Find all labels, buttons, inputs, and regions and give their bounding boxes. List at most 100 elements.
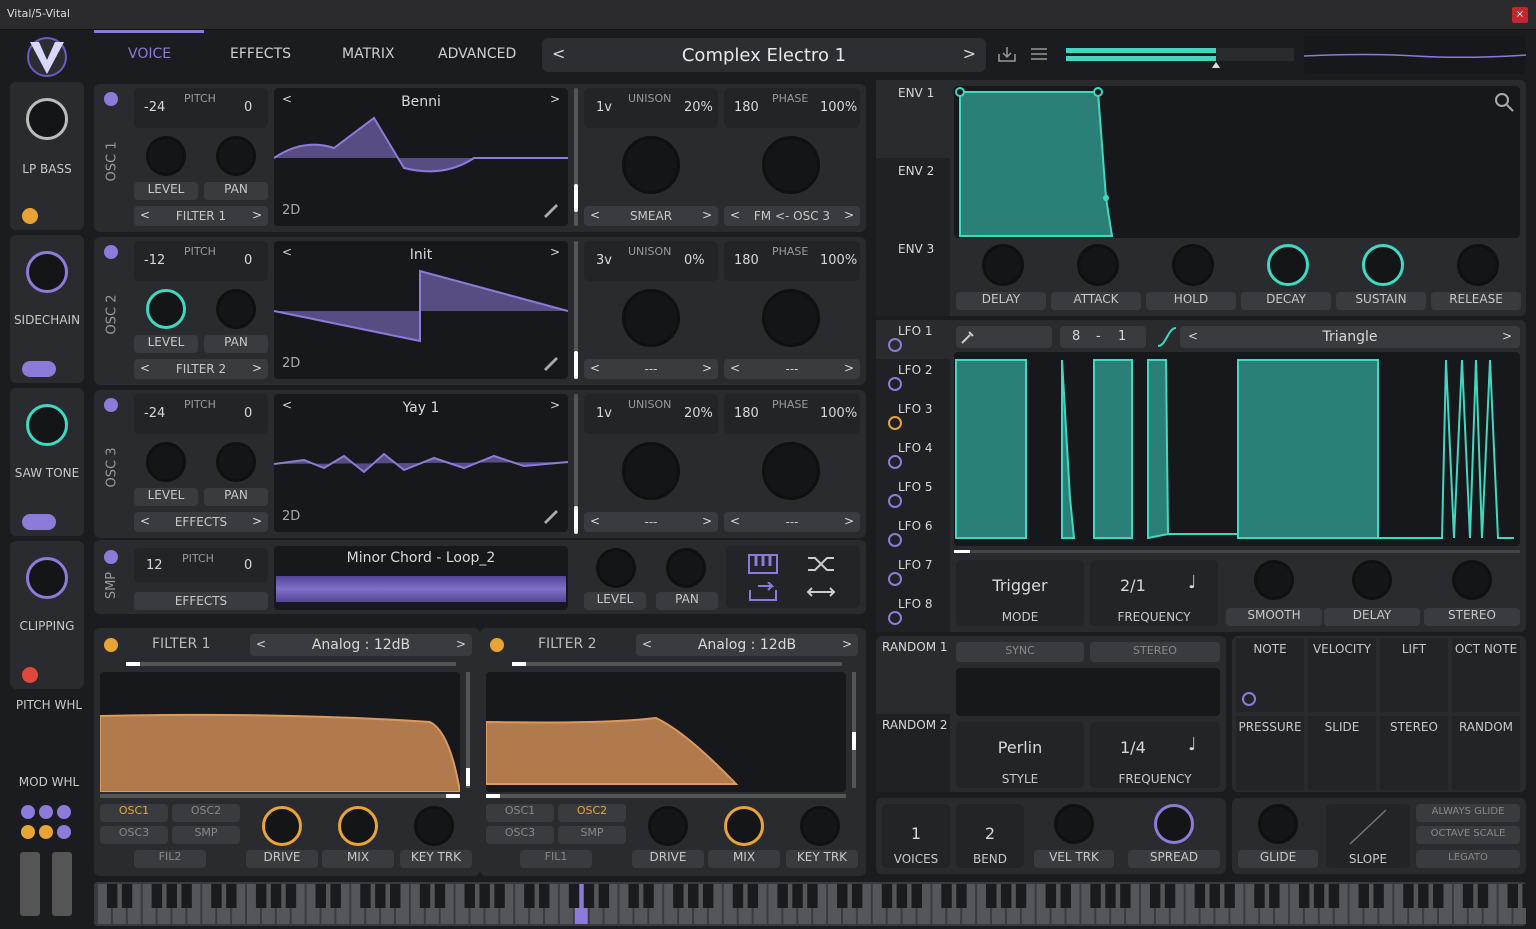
black-key[interactable] [1015,884,1027,908]
black-key[interactable] [1269,884,1280,908]
osc-3-level-knob[interactable] [146,442,186,482]
osc-2-frame-slider[interactable] [574,241,578,379]
filter-2-resonance-slider[interactable] [852,672,856,788]
lfo-tab-6[interactable]: LFO 6 [876,515,950,554]
filter-1-osc2-toggle[interactable]: OSC2 [172,804,240,822]
macro-1-knob[interactable] [26,98,68,140]
black-key[interactable] [330,884,341,908]
sample-power-button[interactable] [104,550,118,564]
black-key[interactable] [568,884,580,908]
lfo-shape-next[interactable]: > [1502,329,1512,343]
tab-voice[interactable]: VOICE [128,46,171,62]
black-key[interactable] [121,884,133,908]
filter-2-cutoff-slider[interactable] [486,794,846,798]
black-key[interactable] [1403,884,1414,908]
osc-3-phase-random[interactable]: 100% [820,406,857,421]
sample-pitch[interactable]: 12 PITCH 0 [134,548,268,582]
voices-control[interactable]: 1 VOICES [882,804,950,868]
osc-1-frame-slider[interactable] [574,88,578,226]
filter-2-response[interactable] [485,672,846,792]
osc-3-spectral-next[interactable]: > [844,514,854,528]
osc-2-route-selector[interactable]: < FILTER 2 > [134,359,268,379]
osc-1-transpose-value[interactable]: -24 [144,100,165,115]
pitch-wheel[interactable] [20,852,40,916]
random-phase-icon[interactable] [806,554,836,574]
black-key[interactable] [285,884,297,908]
black-key[interactable] [747,884,759,908]
osc-3-unison-detune[interactable]: 20% [684,406,713,421]
always-glide-toggle[interactable]: ALWAYS GLIDE [1416,804,1520,822]
black-key[interactable] [807,884,818,908]
osc-1-route-selector[interactable]: < FILTER 1 > [134,206,268,226]
osc-3-pan-knob[interactable] [216,442,256,482]
black-key[interactable] [688,884,699,908]
osc-3-route-next[interactable]: > [252,514,262,528]
lfo-stereo-knob[interactable] [1452,560,1492,600]
black-key[interactable] [1000,884,1012,908]
mod-source-random[interactable]: RANDOM [1452,716,1520,790]
osc-1-phase[interactable]: 180 PHASE 100% [724,88,860,128]
black-key[interactable] [896,884,908,908]
osc-2-phase[interactable]: 180 PHASE 100% [724,241,860,281]
lfo-tab-3[interactable]: LFO 3 [876,398,950,437]
filter-1-blend-slider[interactable] [126,662,456,666]
black-key[interactable] [792,884,803,908]
env-sustain-knob[interactable] [1362,244,1404,286]
osc-1-view-mode[interactable]: 2D [282,203,300,218]
black-key[interactable] [181,884,192,908]
macro-3-knob[interactable] [26,404,68,446]
lfo-frequency[interactable]: 2/1 ♩ FREQUENCY [1090,560,1218,626]
black-key[interactable] [464,884,475,908]
preset-browser[interactable]: < Complex Electro 1 > [542,38,986,72]
slope-display[interactable]: SLOPE [1326,804,1410,868]
filter-2-osc3-toggle[interactable]: OSC3 [486,826,554,844]
mod-source-dots[interactable] [20,802,76,842]
bounce-icon[interactable] [806,582,836,602]
black-key[interactable] [1149,884,1161,908]
tab-advanced[interactable]: ADVANCED [438,46,516,62]
glide-knob[interactable] [1258,804,1298,844]
black-key[interactable] [434,884,446,908]
preset-next-button[interactable]: > [963,44,976,63]
save-icon[interactable] [998,46,1016,62]
filter-1-keytrk-knob[interactable] [414,806,454,846]
black-key[interactable] [494,884,505,908]
lfo-tab-2[interactable]: LFO 2 [876,359,950,398]
lfo-4-mod-dot[interactable] [888,455,902,469]
osc-3-spectral-knob[interactable] [762,442,820,500]
env-tab-3[interactable]: ENV 3 [876,236,950,316]
vel-trk-knob[interactable] [1054,804,1094,844]
black-key[interactable] [598,884,610,908]
osc-1-tune-value[interactable]: 0 [244,100,252,115]
env-release-knob[interactable] [1457,244,1499,286]
black-key[interactable] [390,884,401,908]
osc-2-edit-icon[interactable] [542,353,560,371]
lfo-tab-8[interactable]: LFO 8 [876,593,950,632]
filter-2-smp-toggle[interactable]: SMP [558,826,626,844]
random-note-icon[interactable]: ♩ [1188,734,1197,755]
tab-matrix[interactable]: MATRIX [342,46,395,62]
filter-1-drive-knob[interactable] [262,806,302,846]
black-key[interactable] [1462,884,1474,908]
mod-source-slide[interactable]: SLIDE [1308,716,1376,790]
black-key[interactable] [419,884,431,908]
osc-3-transpose-value[interactable]: -24 [144,406,165,421]
virtual-keyboard[interactable] [94,882,1533,926]
black-key[interactable] [1507,884,1518,908]
volume-meter[interactable] [1066,44,1294,70]
black-key[interactable] [1090,884,1101,908]
black-key[interactable] [1477,884,1489,908]
osc-2-pan-knob[interactable] [216,289,256,329]
osc-3-unison[interactable]: 1v UNISON 20% [584,394,718,434]
sample-waveform[interactable]: Minor Chord - Loop_2 [274,546,568,610]
black-key[interactable] [837,884,848,908]
osc-2-unison[interactable]: 3v UNISON 0% [584,241,718,281]
macro-4-knob[interactable] [26,557,68,599]
black-key[interactable] [360,884,371,908]
black-key[interactable] [226,884,237,908]
osc-3-distortion-next[interactable]: > [702,514,712,528]
black-key[interactable] [851,884,863,908]
lfo-1-mod-dot[interactable] [888,338,902,352]
sample-transpose-value[interactable]: 12 [146,558,163,573]
filter-1-fil-toggle[interactable]: FIL2 [134,850,206,868]
